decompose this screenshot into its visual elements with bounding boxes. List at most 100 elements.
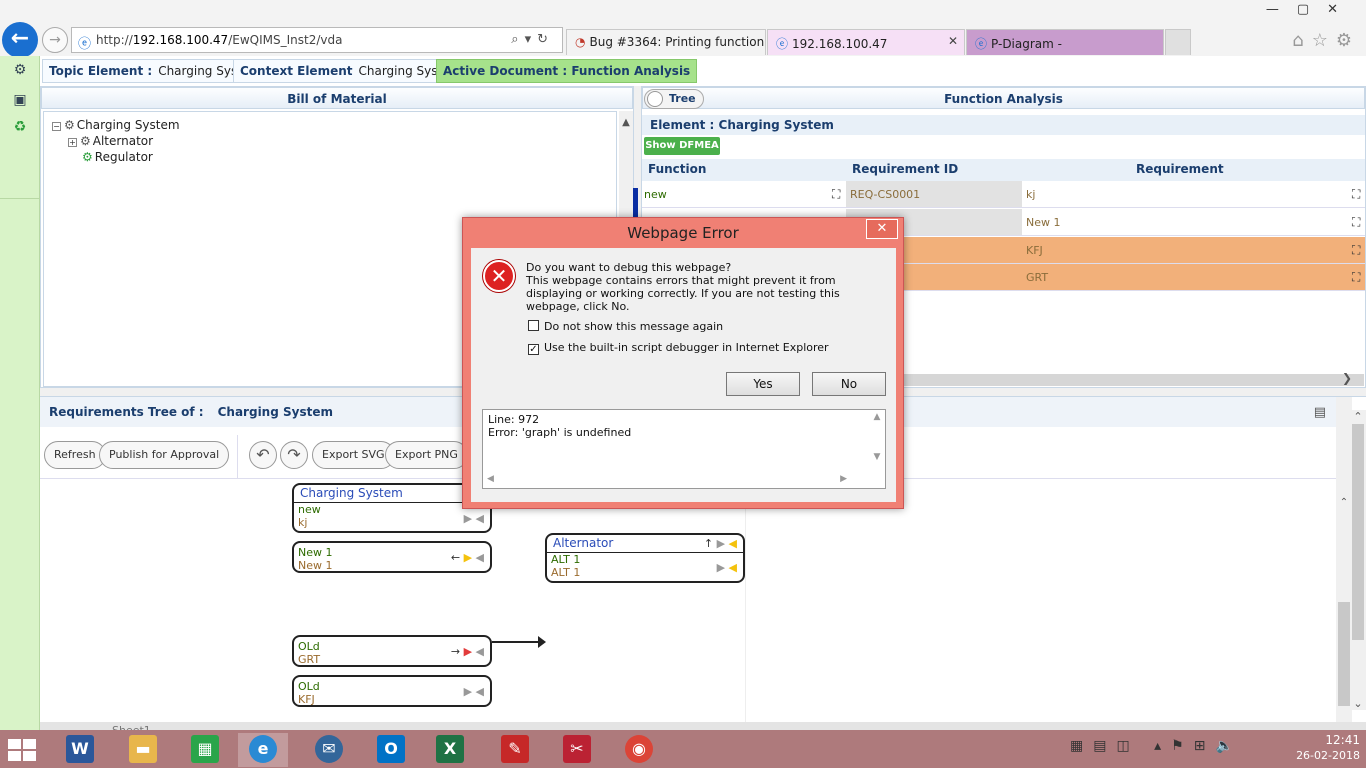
tab-current-page[interactable]: ⓔ 192.168.100.47 ✕ [767, 29, 965, 55]
error-details-text: Line: 972 Error: 'graph' is undefined [488, 413, 631, 439]
taskbar-outlook-icon[interactable]: O [366, 733, 416, 767]
details-vertical-scrollbar[interactable]: ▲ ▼ [869, 410, 885, 472]
show-dfmea-button[interactable]: Show DFMEA [644, 137, 720, 155]
url-text[interactable]: http://192.168.100.47/EwQIMS_Inst2/vda [96, 33, 342, 47]
taskbar-paint-icon[interactable]: ✎ [490, 733, 540, 767]
taskbar-thunderbird-icon[interactable]: ✉ [304, 733, 354, 767]
publish-for-approval-button[interactable]: Publish for Approval [99, 441, 230, 469]
refresh-button[interactable]: Refresh [44, 441, 106, 469]
clock-date[interactable]: 26-02-2018 [1290, 749, 1360, 762]
taskbar-word-icon[interactable]: W [55, 733, 105, 767]
undo-icon[interactable]: ↶ [249, 441, 277, 469]
scroll-up-icon[interactable]: ⌃ [1350, 410, 1366, 423]
use-script-debugger-option[interactable]: ✓ Use the built-in script debugger in Int… [528, 341, 829, 355]
taskbar-snipping-tool-icon[interactable]: ✂ [552, 733, 602, 767]
function-table-header: Function Requirement ID Requirement [642, 159, 1365, 181]
requirement-cell[interactable]: GRT [1026, 271, 1048, 284]
error-details-box[interactable]: Line: 972 Error: 'graph' is undefined ▲ ▼… [482, 409, 886, 489]
checkbox-label: Do not show this message again [544, 320, 724, 333]
taskbar-internet-explorer-icon[interactable]: e [238, 733, 288, 767]
requirements-canvas[interactable]: Charging System ↑ ▶ new kj ▶ ◀ New 1 New… [40, 481, 746, 723]
hierarchy-icon[interactable]: ⛶ [1352, 243, 1360, 258]
toolbar-divider [237, 435, 238, 479]
requirement-cell[interactable]: KFJ [1026, 244, 1043, 257]
node-triangle-icons[interactable]: ↑ ▶ ◀ [704, 537, 737, 550]
url-path: /EwQIMS_Inst2/vda [228, 33, 343, 47]
node-triangle-icons[interactable]: → ▶ ◀ [451, 645, 484, 658]
tab-bug-3364[interactable]: ◔Bug #3364: Printing function n... [566, 29, 766, 55]
yes-button[interactable]: Yes [726, 372, 800, 396]
clock-time[interactable]: 12:41 [1300, 733, 1360, 747]
tree-toggle[interactable]: Tree [644, 89, 704, 109]
column-function[interactable]: Function [648, 162, 706, 176]
connector-arrowhead [538, 636, 546, 648]
requirement-id-cell[interactable]: REQ-CS0001 [846, 181, 1022, 207]
node-triangle-icons[interactable]: ▶ ◀ [464, 512, 484, 525]
settings-gear-icon[interactable]: ⚙ [9, 59, 31, 81]
requirement-cell[interactable]: New 1 [1026, 216, 1061, 229]
tree-node-alternator[interactable]: + ⚙ Alternator [68, 134, 153, 148]
browser-chrome: —▢✕ ← → ⓔ http://192.168.100.47/EwQIMS_I… [0, 0, 1366, 58]
canvas-scroll-thumb[interactable] [1338, 602, 1350, 706]
hierarchy-icon[interactable]: ⛶ [1352, 270, 1360, 285]
taskbar-excel-icon[interactable]: X [425, 733, 475, 767]
scroll-right-icon[interactable]: ❯ [1342, 371, 1352, 385]
layout-icon[interactable]: ▤ [1314, 405, 1326, 420]
use-script-debugger-checkbox[interactable]: ✓ [528, 344, 539, 355]
node-alternator[interactable]: Alternator ↑ ▶ ◀ ALT 1 ALT 1 ▶ ◀ [545, 533, 745, 583]
do-not-show-again-checkbox[interactable] [528, 320, 539, 331]
page-scroll-thumb[interactable] [1352, 424, 1364, 640]
taskbar-chrome-icon[interactable]: ◉ [614, 733, 664, 767]
word-glyph: W [66, 735, 94, 763]
column-requirement-id[interactable]: Requirement ID [852, 162, 958, 176]
expand-icon[interactable]: + [68, 138, 77, 147]
close-tab-icon[interactable]: ✕ [948, 34, 958, 48]
system-tray-icons[interactable]: ▦▤◫ ▴⚑⊞🔈 [1070, 738, 1233, 762]
no-button[interactable]: No [812, 372, 886, 396]
node-old-kfj[interactable]: OLd KFJ ▶ ◀ [292, 675, 492, 707]
tab-p-diagram[interactable]: ⓔ P-Diagram - [966, 29, 1164, 55]
home-favorites-settings-icons[interactable]: ⌂☆⚙ [1292, 30, 1360, 51]
excel-glyph: X [436, 735, 464, 763]
export-png-button[interactable]: Export PNG [385, 441, 468, 469]
dialog-close-button[interactable]: ✕ [866, 219, 898, 239]
function-cell[interactable]: new [644, 188, 667, 201]
redo-icon[interactable]: ↷ [280, 441, 308, 469]
table-row[interactable]: new ⛶ REQ-CS0001 kj ⛶ [642, 181, 1365, 208]
address-bar[interactable]: ⓔ http://192.168.100.47/EwQIMS_Inst2/vda… [71, 27, 563, 53]
hierarchy-icon[interactable]: ⛶ [1352, 215, 1360, 230]
hierarchy-icon[interactable]: ⛶ [1352, 187, 1360, 202]
do-not-show-again-option[interactable]: Do not show this message again [528, 320, 723, 333]
monitor-icon[interactable]: ▣ [9, 89, 31, 111]
hierarchy-icon[interactable]: ⛶ [832, 187, 840, 202]
search-refresh-icons[interactable]: ⌕▾↻ [511, 32, 554, 47]
tree-node-label: Charging System [76, 118, 180, 132]
chrome-glyph: ◉ [625, 735, 653, 763]
scroll-up-icon[interactable]: ▲ [619, 117, 633, 128]
new-tab-button[interactable] [1165, 29, 1191, 55]
node-triangle-icons[interactable]: ▶ ◀ [717, 561, 737, 574]
export-svg-button[interactable]: Export SVG [312, 441, 395, 469]
node-new-1[interactable]: New 1 New 1 ← ▶ ◀ [292, 541, 492, 573]
horizontal-scrollbar[interactable] [904, 374, 1364, 386]
node-triangle-icons[interactable]: ← ▶ ◀ [451, 551, 484, 564]
toggle-label: Tree [669, 92, 696, 105]
taskbar-file-explorer-icon[interactable]: ▬ [118, 733, 168, 767]
requirement-cell[interactable]: kj [1026, 188, 1035, 201]
recycle-icon[interactable]: ♻ [9, 116, 31, 138]
active-document[interactable]: Active Document : Function Analysis [436, 59, 698, 83]
node-triangle-icons[interactable]: ▶ ◀ [464, 685, 484, 698]
details-horizontal-scrollbar[interactable]: ◀ ▶ [483, 472, 869, 488]
tree-node-charging-system[interactable]: − ⚙ Charging System [52, 118, 180, 132]
back-button[interactable]: ← [2, 22, 38, 58]
collapse-icon[interactable]: − [52, 122, 61, 131]
column-requirement[interactable]: Requirement [1136, 162, 1224, 176]
context-element[interactable]: Context Element Charging System [233, 59, 469, 83]
window-controls[interactable]: —▢✕ [1266, 2, 1356, 17]
tree-node-regulator[interactable]: ⚙ Regulator [82, 150, 153, 164]
node-old-grt[interactable]: OLd GRT → ▶ ◀ [292, 635, 492, 667]
taskbar-store-icon[interactable]: ▦ [180, 733, 230, 767]
scroll-down-icon[interactable]: ⌄ [1350, 697, 1366, 710]
start-button-windows-icon[interactable] [8, 739, 38, 761]
forward-button[interactable]: → [42, 27, 68, 53]
